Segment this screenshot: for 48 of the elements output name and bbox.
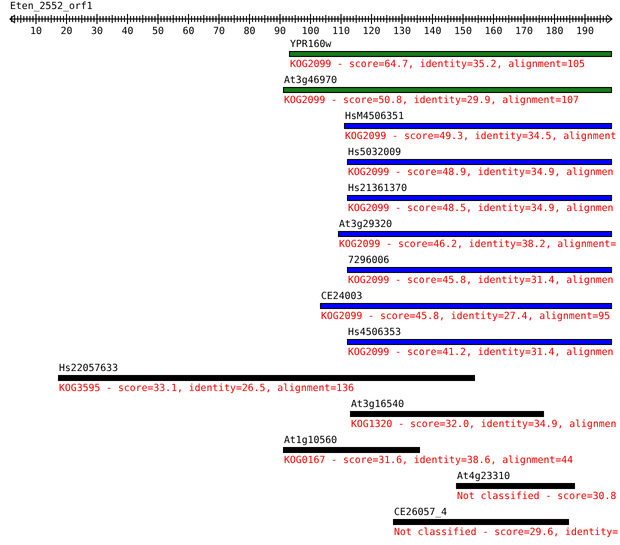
hit-description: KOG2099 - score=48.9, identity=34.9, alignmen — [348, 166, 614, 179]
hit-name: At1g10560 — [284, 435, 338, 447]
hit-description: KOG2099 - score=41.2, identity=31.4, alignmen — [348, 346, 614, 359]
tick-label: 10 — [30, 26, 42, 38]
hit-name: 7296006 — [348, 255, 390, 267]
hit-description: KOG2099 - score=64.7, identity=35.2, alignment=105 — [290, 58, 585, 71]
hit-name: Hs5032009 — [348, 147, 402, 159]
hit-name: Hs4506353 — [348, 327, 402, 339]
hit-description: KOG0167 - score=31.6, identity=38.6, alignment=44 — [284, 454, 574, 467]
hit-description: Not classified - score=29.6, identity= — [394, 526, 618, 539]
hit-name: HsM4506351 — [345, 111, 404, 123]
hit-description: KOG1320 - score=32.0, identity=34.9, alignmen — [351, 418, 616, 431]
hit-name: Hs22057633 — [59, 363, 118, 375]
tick-label: 80 — [244, 26, 256, 38]
tick-label: 110 — [332, 26, 350, 38]
hit-name: CE24003 — [321, 291, 362, 303]
tick-label: 70 — [213, 26, 225, 38]
tick-label: 60 — [182, 26, 194, 38]
tick-label: 170 — [515, 26, 533, 38]
hit-name: At3g16540 — [351, 399, 404, 411]
hit-name: At4g23310 — [457, 471, 510, 483]
tick-label: 40 — [122, 26, 134, 38]
tick-label: 50 — [152, 26, 164, 38]
tick-label: 20 — [60, 26, 72, 38]
query-name: Eten_2552_orf1 — [10, 1, 93, 13]
hit-name: Hs21361370 — [348, 183, 407, 195]
hit-description: KOG2099 - score=45.8, identity=27.4, alignment=95 — [321, 310, 610, 323]
tick-label: 180 — [546, 26, 564, 38]
hit-description: KOG3595 - score=33.1, identity=26.5, alignment=136 — [59, 382, 354, 395]
hit-description: KOG2099 - score=48.5, identity=34.9, alignmen — [348, 202, 614, 215]
tick-label: 160 — [484, 26, 502, 38]
tick-label: 30 — [91, 26, 103, 38]
hit-description: Not classified - score=30.8 — [457, 490, 616, 503]
tick-label: 150 — [454, 26, 472, 38]
hit-name: YPR160w — [290, 39, 332, 51]
tick-label: 190 — [576, 26, 594, 38]
tick-label: 90 — [274, 26, 286, 38]
hit-name: At3g29320 — [339, 219, 392, 231]
hit-name: CE26057_4 — [394, 507, 448, 519]
hit-description: KOG2099 - score=46.2, identity=38.2, alignment= — [339, 238, 616, 251]
hit-name: At3g46970 — [284, 75, 338, 87]
tick-label: 120 — [362, 26, 380, 38]
hit-description: KOG2099 - score=45.8, identity=31.4, alignmen — [348, 274, 614, 287]
hit-description: KOG2099 - score=50.8, identity=29.9, alignment=107 — [284, 94, 579, 107]
tick-label: 130 — [393, 26, 411, 38]
hit-description: KOG2099 - score=49.3, identity=34.5, alignment — [345, 130, 616, 143]
tick-label: 140 — [424, 26, 442, 38]
tick-label: 100 — [302, 26, 320, 38]
